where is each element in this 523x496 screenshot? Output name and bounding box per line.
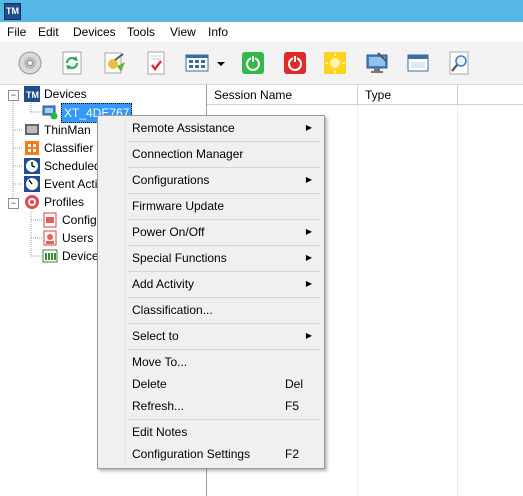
menu-separator	[128, 323, 320, 324]
column-divider	[357, 105, 358, 496]
shortcut-label: F5	[285, 399, 300, 413]
column-header-type[interactable]: Type	[358, 85, 458, 105]
column-divider	[457, 105, 458, 496]
menu-separator	[128, 167, 320, 168]
tree-label-scheduled: Scheduled	[44, 159, 101, 173]
power-off-icon[interactable]	[282, 50, 308, 76]
remote-desktop-icon[interactable]	[364, 50, 390, 76]
menu-devices[interactable]: Devices	[73, 25, 116, 39]
app-icon: TM	[4, 3, 21, 20]
menu-edit[interactable]: Edit	[38, 25, 59, 39]
event-icon	[24, 176, 40, 192]
menu-separator	[128, 349, 320, 350]
menu-item-configurations[interactable]: Configurations ▶	[98, 169, 324, 191]
tree-label-event: Event Acti	[44, 177, 98, 191]
devices-icon: TM	[24, 86, 40, 102]
menu-item-move-to[interactable]: Move To...	[98, 351, 324, 373]
menu-item-add-activity[interactable]: Add Activity ▶	[98, 273, 324, 295]
menu-item-connection-manager[interactable]: Connection Manager	[98, 143, 324, 165]
menu-item-label: Special Functions	[132, 251, 227, 265]
menu-item-classification[interactable]: Classification...	[98, 299, 324, 321]
cd-icon[interactable]	[17, 50, 43, 76]
submenu-arrow-icon: ▶	[305, 227, 312, 236]
power-on-icon[interactable]	[240, 50, 266, 76]
shortcut-label: Del	[285, 377, 304, 391]
menu-item-label: Configurations	[132, 173, 210, 187]
svg-text:TM: TM	[26, 90, 39, 100]
menu-item-special-functions[interactable]: Special Functions ▶	[98, 247, 324, 269]
submenu-arrow-icon: ▶	[305, 253, 312, 262]
sun-icon[interactable]	[322, 50, 348, 76]
thinman-icon	[24, 122, 40, 138]
clock-icon	[24, 158, 40, 174]
menu-item-label: Firmware Update	[132, 199, 225, 213]
toolbar	[0, 42, 523, 85]
menu-separator	[128, 271, 320, 272]
menu-item-delete[interactable]: Delete Del	[98, 373, 324, 395]
collapse-profiles-icon[interactable]: −	[8, 198, 19, 209]
menu-file[interactable]: File	[7, 25, 26, 39]
menu-bar: File Edit Devices Tools View Info	[0, 22, 523, 42]
menu-item-label: Move To...	[132, 355, 188, 369]
tree-label-thinman: ThinMan	[44, 123, 91, 137]
tree-label-users: Users I	[62, 231, 101, 245]
window-icon[interactable]	[405, 50, 431, 76]
menu-item-label: Edit Notes	[132, 425, 188, 439]
config-icon	[42, 212, 58, 228]
menu-separator	[128, 419, 320, 420]
device-profile-icon	[42, 248, 58, 264]
submenu-arrow-icon: ▶	[305, 175, 312, 184]
submenu-arrow-icon: ▶	[305, 123, 312, 132]
submenu-arrow-icon: ▶	[305, 279, 312, 288]
column-header-session-name[interactable]: Session Name	[207, 85, 358, 105]
tree-label-classifier: Classifier	[44, 141, 94, 155]
users-icon	[42, 230, 58, 246]
menu-separator	[128, 245, 320, 246]
menu-separator	[128, 193, 320, 194]
menu-item-label: Remote Assistance	[132, 121, 235, 135]
tree-label-profiles: Profiles	[44, 195, 85, 209]
menu-view[interactable]: View	[170, 25, 196, 39]
collapse-devices-icon[interactable]: −	[8, 90, 19, 101]
wizard-icon[interactable]	[101, 50, 127, 76]
thin-client-icon	[42, 104, 58, 120]
menu-item-edit-notes[interactable]: Edit Notes	[98, 421, 324, 443]
menu-item-label: Connection Manager	[132, 147, 244, 161]
menu-separator	[128, 297, 320, 298]
tree-label-config: Config	[62, 213, 97, 227]
classifier-icon	[24, 140, 40, 156]
tree-label-devices: Devices	[44, 87, 87, 101]
column-header-filler	[458, 85, 523, 105]
checklist-icon[interactable]	[143, 50, 169, 76]
menu-item-configuration-settings[interactable]: Configuration Settings F2	[98, 443, 324, 465]
menu-tools[interactable]: Tools	[127, 25, 155, 39]
submenu-arrow-icon: ▶	[305, 331, 312, 340]
menu-item-label: Refresh...	[132, 399, 185, 413]
profiles-icon	[24, 194, 40, 210]
refresh-icon[interactable]	[59, 50, 85, 76]
search-icon[interactable]	[447, 50, 473, 76]
menu-item-power-on-off[interactable]: Power On/Off ▶	[98, 221, 324, 243]
menu-item-label: Add Activity	[132, 277, 195, 291]
menu-item-refresh[interactable]: Refresh... F5	[98, 395, 324, 417]
shortcut-label: F2	[285, 447, 300, 461]
menu-item-label: Classification...	[132, 303, 213, 317]
grid-view-icon[interactable]	[184, 50, 210, 76]
menu-item-firmware-update[interactable]: Firmware Update	[98, 195, 324, 217]
menu-info[interactable]: Info	[208, 25, 228, 39]
menu-separator	[128, 219, 320, 220]
context-menu: Remote Assistance ▶ Connection Manager C…	[97, 115, 325, 469]
menu-item-label: Power On/Off	[132, 225, 205, 239]
menu-item-label: Configuration Settings	[132, 447, 251, 461]
menu-item-select-to[interactable]: Select to ▶	[98, 325, 324, 347]
menu-item-label: Delete	[132, 377, 167, 391]
menu-item-remote-assistance[interactable]: Remote Assistance ▶	[98, 117, 324, 139]
dropdown-arrow-icon[interactable]	[214, 50, 228, 76]
tree-label-device-profile: Device	[62, 249, 99, 263]
title-bar: TM	[0, 0, 523, 22]
menu-separator	[128, 141, 320, 142]
menu-item-label: Select to	[132, 329, 179, 343]
